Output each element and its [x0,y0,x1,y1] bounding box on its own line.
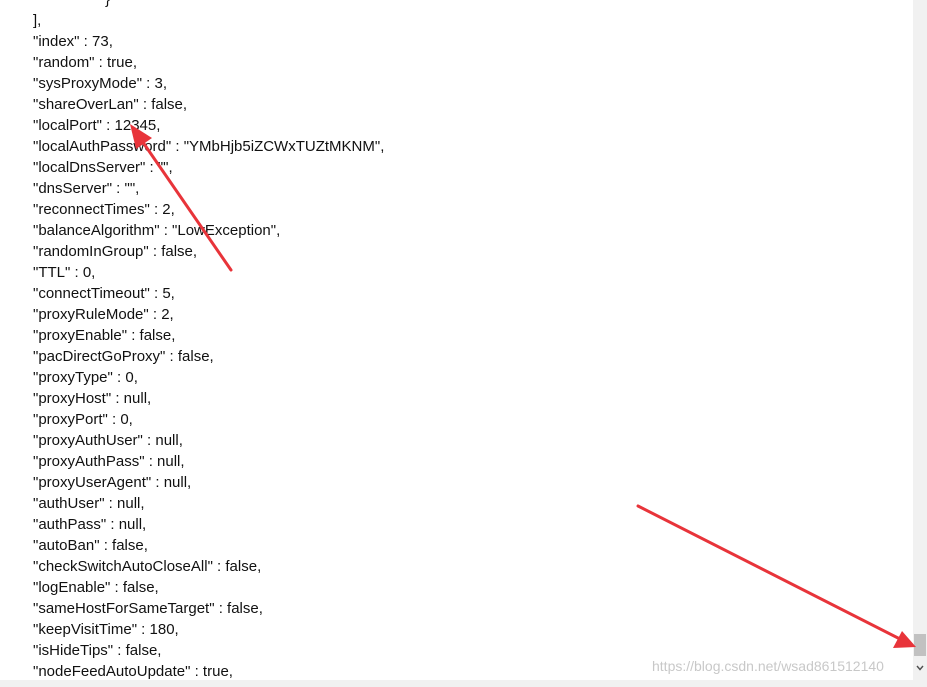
code-line: ], [33,12,42,29]
code-line-proxy-host: "proxyHost" : null, [33,390,152,407]
code-line-random: "random" : true, [33,54,138,71]
text-editor[interactable]: } ], "index" : 73, "random" : true, "sys… [0,0,913,687]
code-line-log-enable: "logEnable" : false, [33,579,159,596]
code-line-keep-visit-time: "keepVisitTime" : 180, [33,621,179,638]
code-line-pac-direct-go-proxy: "pacDirectGoProxy" : false, [33,348,214,365]
code-line-auth-pass: "authPass" : null, [33,516,147,533]
code-line-reconnect-times: "reconnectTimes" : 2, [33,201,175,218]
code-line-dns-server: "dnsServer" : "", [33,180,140,197]
watermark: https://blog.csdn.net/wsad861512140 [652,658,884,674]
code-line-proxy-port: "proxyPort" : 0, [33,411,133,428]
code-line-node-feed-auto-update: "nodeFeedAutoUpdate" : true, [33,663,233,680]
vertical-scrollbar[interactable] [913,0,927,687]
code-line-proxy-user-agent: "proxyUserAgent" : null, [33,474,192,491]
code-line-proxy-auth-pass: "proxyAuthPass" : null, [33,453,185,470]
code-line-balance-algorithm: "balanceAlgorithm" : "LowException", [33,222,281,239]
code-line-auth-user: "authUser" : null, [33,495,145,512]
code-line-check-switch-auto-close-all: "checkSwitchAutoCloseAll" : false, [33,558,262,575]
code-line-is-hide-tips: "isHideTips" : false, [33,642,162,659]
scroll-down-button[interactable] [913,660,927,676]
code-line-proxy-type: "proxyType" : 0, [33,369,138,386]
json-code-view: } ], "index" : 73, "random" : true, "sys… [33,0,384,682]
code-line-local-dns-server: "localDnsServer" : "", [33,159,173,176]
chevron-down-icon [916,665,924,671]
code-line: } [33,0,384,10]
horizontal-scrollbar[interactable] [0,680,913,687]
code-line-connect-timeout: "connectTimeout" : 5, [33,285,175,302]
code-line-auto-ban: "autoBan" : false, [33,537,148,554]
code-line-index: "index" : 73, [33,33,113,50]
code-line-proxy-rule-mode: "proxyRuleMode" : 2, [33,306,174,323]
code-line-proxy-auth-user: "proxyAuthUser" : null, [33,432,183,449]
code-line-sys-proxy-mode: "sysProxyMode" : 3, [33,75,168,92]
code-line-random-in-group: "randomInGroup" : false, [33,243,198,260]
scrollbar-thumb[interactable] [914,634,926,656]
code-line-ttl: "TTL" : 0, [33,264,96,281]
code-line-local-auth-password: "localAuthPassword" : "YMbHjb5iZCWxTUZtM… [33,138,385,155]
code-line-local-port: "localPort" : 12345, [33,117,161,134]
code-line-share-over-lan: "shareOverLan" : false, [33,96,188,113]
code-line-proxy-enable: "proxyEnable" : false, [33,327,176,344]
code-line-same-host-for-same-target: "sameHostForSameTarget" : false, [33,600,263,617]
